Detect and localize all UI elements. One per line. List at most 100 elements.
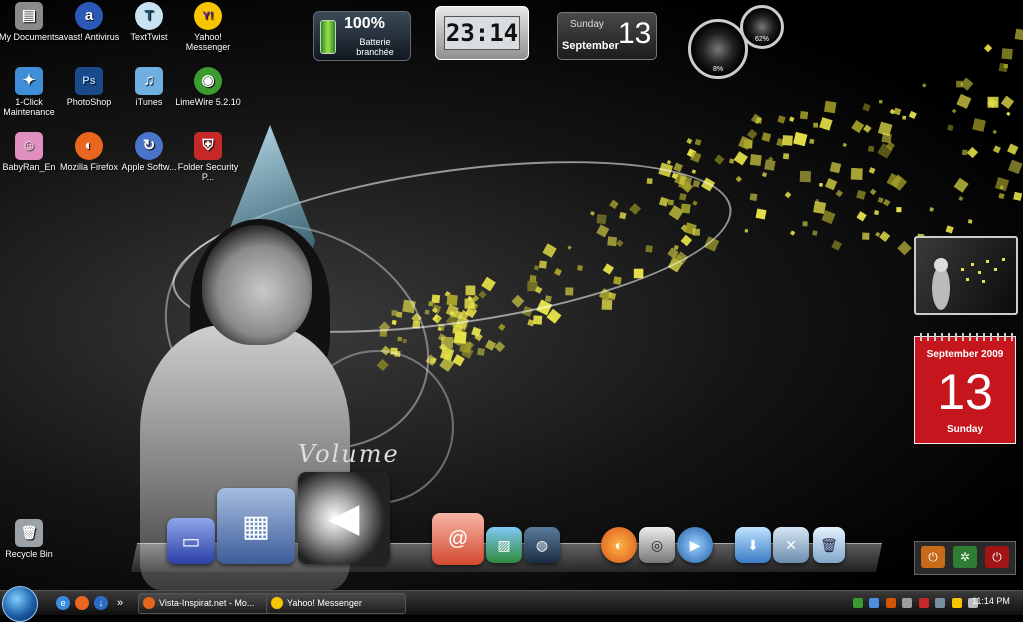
- date-gadget[interactable]: Sunday September 13: [557, 12, 657, 60]
- firefox-icon[interactable]: [75, 596, 89, 610]
- desktop-icon-label: Recycle Bin: [5, 549, 53, 559]
- battery-gadget[interactable]: 100% Batterie branchée: [313, 11, 411, 61]
- tray-limewire-icon[interactable]: [853, 598, 863, 608]
- wallpaper-particle: [788, 116, 795, 123]
- tray-display-icon[interactable]: [935, 598, 946, 608]
- wallpaper-particle: [1013, 191, 1023, 201]
- dock-globe-icon[interactable]: ◍: [524, 527, 560, 563]
- calendar-weekday: Sunday: [946, 424, 984, 435]
- dock-hover-label: Volume: [298, 440, 400, 468]
- texttwist-icon: T: [135, 2, 163, 30]
- ram-meter-gadget[interactable]: 62%: [740, 5, 784, 49]
- wallpaper-particle: [863, 124, 872, 133]
- desktop-icon-yahoo-messenger[interactable]: Y! Yahoo! Messenger: [173, 2, 243, 52]
- wallpaper-particle: [784, 191, 792, 199]
- wallpaper-particle: [947, 124, 954, 131]
- dock-photos-icon[interactable]: ▨: [486, 527, 522, 563]
- wallpaper-particle: [764, 159, 776, 171]
- wallpaper-particle: [691, 169, 697, 174]
- start-button[interactable]: [2, 586, 38, 622]
- recycle-bin-icon: 🗑: [15, 519, 43, 547]
- slideshow-gadget[interactable]: [914, 236, 1018, 315]
- dock-mail-icon[interactable]: @: [432, 513, 484, 565]
- desktop-icon-folder-security[interactable]: ⛨ Folder Security P...: [173, 132, 243, 182]
- desktop-icon-recycle-bin[interactable]: 🗑 Recycle Bin: [0, 519, 64, 559]
- power-on-button[interactable]: ⏻: [921, 546, 945, 568]
- wallpaper-particle: [960, 77, 974, 91]
- wallpaper-particle: [851, 120, 865, 134]
- wallpaper-particle: [1000, 185, 1004, 190]
- wallpaper-particle: [987, 96, 999, 108]
- wallpaper-particle: [802, 221, 808, 227]
- desktop-icon-limewire[interactable]: ◉ LimeWire 5.2.10: [173, 67, 243, 107]
- quick-launch-more-button[interactable]: »: [113, 596, 127, 610]
- wallpaper-particle: [782, 135, 793, 146]
- taskbar-clock[interactable]: 11:14 PM: [972, 596, 1010, 606]
- tray-security-icon[interactable]: [918, 598, 929, 608]
- system-tray: [853, 595, 980, 613]
- wallpaper-particle: [998, 192, 1005, 200]
- dock-control-panel-icon[interactable]: ▦: [217, 488, 295, 564]
- wallpaper-particle: [902, 115, 907, 120]
- tray-network-icon[interactable]: [869, 598, 880, 608]
- digital-clock-gadget[interactable]: 23:14: [435, 6, 529, 60]
- calendar-month-year: September 2009: [926, 349, 1004, 360]
- ie-icon[interactable]: e: [56, 596, 70, 610]
- download-icon[interactable]: ↓: [94, 596, 108, 610]
- maintenance-icon: ✦: [15, 67, 43, 95]
- wallpaper-particle: [452, 354, 465, 367]
- wallpaper-particle: [879, 100, 883, 104]
- yahoo-messenger-icon: [271, 597, 283, 609]
- dock-media-player-icon[interactable]: ▶: [677, 527, 713, 563]
- wallpaper-particle: [799, 111, 809, 120]
- wallpaper-particle: [897, 240, 912, 256]
- wallpaper-particle: [856, 189, 867, 200]
- tray-messenger-icon[interactable]: [951, 598, 962, 608]
- wallpaper-particle: [494, 341, 506, 353]
- wallpaper-particle: [835, 189, 844, 198]
- taskbar-window-firefox[interactable]: Vista-Inspirat.net - Mo...: [138, 593, 278, 614]
- apple-software-update-icon: ↻: [135, 132, 163, 160]
- wallpaper-particle: [893, 107, 902, 116]
- dock-downloads-icon[interactable]: ⬇: [735, 527, 771, 563]
- calendar-gadget[interactable]: September 2009 13 Sunday: [914, 333, 1016, 444]
- wallpaper-particle: [790, 230, 796, 236]
- shutdown-button[interactable]: ⏻: [985, 546, 1009, 568]
- dock-volume-icon[interactable]: ◀: [298, 472, 390, 564]
- slideshow-thumbnail: [932, 258, 1005, 310]
- dock-recycle-bin-icon[interactable]: 🗑: [813, 527, 845, 563]
- tray-monitor-icon[interactable]: [902, 598, 913, 608]
- wallpaper-particle: [819, 183, 823, 187]
- wallpaper-particle: [856, 211, 867, 222]
- wallpaper-particle: [972, 118, 986, 132]
- wallpaper-particle: [777, 115, 786, 124]
- my-documents-icon: ▤: [15, 2, 43, 30]
- dock-computer-icon[interactable]: ▭: [167, 518, 215, 564]
- wallpaper-particle: [666, 159, 672, 165]
- wallpaper-particle: [877, 121, 893, 137]
- wallpaper-particle: [744, 229, 749, 233]
- sleep-button[interactable]: ✲: [953, 546, 977, 568]
- folder-security-icon: ⛨: [194, 132, 222, 160]
- wallpaper-particle: [430, 357, 437, 364]
- limewire-icon: ◉: [194, 67, 222, 95]
- clock-time: 23:14: [444, 16, 520, 50]
- date-weekday: Sunday: [570, 19, 604, 30]
- tray-shield-icon[interactable]: [885, 598, 896, 608]
- wallpaper-particle: [782, 153, 790, 160]
- wallpaper-particle: [966, 146, 979, 159]
- desktop: ▤ My Documents a avast! Antivirus T Text…: [0, 0, 1023, 590]
- dock-webcam-icon[interactable]: ◎: [639, 527, 675, 563]
- cpu-meter-gadget[interactable]: 8%: [688, 19, 748, 79]
- wallpaper-particle: [823, 100, 837, 114]
- taskbar-window-yahoo[interactable]: Yahoo! Messenger: [266, 593, 406, 614]
- dock-firefox-icon[interactable]: ◐: [601, 527, 637, 563]
- wallpaper-particle: [862, 232, 870, 240]
- wallpaper-particle: [956, 93, 972, 109]
- calendar-rings: [915, 333, 1015, 341]
- wallpaper-particle: [896, 207, 902, 213]
- wallpaper-particle: [809, 138, 815, 145]
- dock-tools-icon[interactable]: ✕: [773, 527, 809, 563]
- wallpaper-particle: [875, 231, 881, 237]
- avast-icon: a: [75, 2, 103, 30]
